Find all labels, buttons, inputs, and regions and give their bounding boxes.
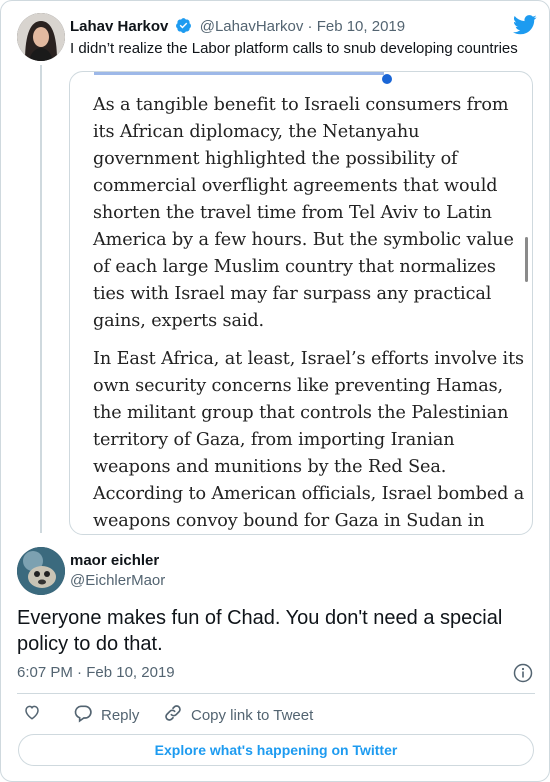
tweet-media-image[interactable]: As a tangible benefit to Israeli consume… bbox=[69, 71, 533, 535]
article-line: territory of Gaza, from importing Irania… bbox=[93, 430, 455, 450]
reply-label: Reply bbox=[101, 707, 140, 724]
reply-button[interactable]: Reply bbox=[73, 703, 139, 729]
article-line: government highlighted the possibility o… bbox=[93, 149, 458, 169]
separator-dot: · bbox=[77, 664, 83, 681]
article-line: In East Africa, at least, Israel’s effor… bbox=[93, 349, 524, 369]
tweet-date[interactable]: Feb 10, 2019 bbox=[86, 664, 174, 681]
link-icon bbox=[163, 703, 183, 729]
article-line: America by a few hours. But the symbolic… bbox=[93, 230, 514, 250]
separator-dot: · bbox=[307, 18, 313, 35]
selection-handle bbox=[382, 74, 392, 84]
article-screenshot: As a tangible benefit to Israeli consume… bbox=[70, 72, 532, 534]
article-line: own security concerns like preventing Ha… bbox=[93, 376, 504, 396]
copy-link-label: Copy link to Tweet bbox=[191, 707, 314, 724]
scrollbar bbox=[525, 237, 528, 282]
parent-tweet-header: Lahav Harkov @LahavHarkov · Feb 10, 2019 bbox=[70, 17, 530, 40]
tweet-actions: Reply Copy link to Tweet bbox=[17, 703, 537, 725]
thread-connector bbox=[40, 65, 42, 533]
divider bbox=[17, 693, 535, 694]
twitter-bird-icon[interactable] bbox=[513, 15, 537, 40]
author-name[interactable]: Lahav Harkov bbox=[70, 18, 168, 35]
author-handle[interactable]: @LahavHarkov bbox=[200, 18, 304, 35]
article-line: weapons convoy bound for Gaza in Sudan i… bbox=[93, 511, 485, 531]
parent-tweet-text: I didn’t realize the Labor platform call… bbox=[70, 40, 518, 57]
article-paragraph-2: In East Africa, at least, Israel’s effor… bbox=[93, 346, 525, 534]
article-line: As a tangible benefit to Israeli consume… bbox=[93, 95, 509, 115]
article-line: gains, experts said. bbox=[93, 311, 265, 331]
author-name[interactable]: maor eichler bbox=[70, 551, 159, 571]
article-line: of each large Muslim country that normal… bbox=[93, 257, 496, 277]
copy-link-button[interactable]: Copy link to Tweet bbox=[163, 703, 313, 729]
author-handle[interactable]: @EichlerMaor bbox=[70, 571, 165, 591]
explore-twitter-button[interactable]: Explore what's happening on Twitter bbox=[18, 734, 534, 766]
tweet-time[interactable]: 6:07 PM bbox=[17, 664, 73, 681]
avatar[interactable] bbox=[17, 13, 65, 61]
tweet-date[interactable]: Feb 10, 2019 bbox=[317, 18, 405, 35]
article-paragraph-1: As a tangible benefit to Israeli consume… bbox=[93, 92, 514, 335]
article-line: shorten the travel time from Tel Aviv to… bbox=[93, 203, 492, 223]
avatar-photo bbox=[17, 13, 65, 61]
like-button[interactable] bbox=[23, 703, 41, 727]
article-line: the militant group that controls the Pal… bbox=[93, 403, 509, 423]
avatar-photo bbox=[17, 547, 65, 595]
info-icon[interactable] bbox=[513, 663, 533, 688]
selection-line bbox=[94, 72, 384, 75]
verified-badge-icon bbox=[175, 17, 192, 40]
tweet-timestamp[interactable]: 6:07 PM · Feb 10, 2019 bbox=[17, 663, 175, 683]
article-line: weapons and munitions by the Red Sea. bbox=[93, 457, 447, 477]
article-line: commercial overflight agreements that wo… bbox=[93, 176, 498, 196]
tweet-embed-card: Lahav Harkov @LahavHarkov · Feb 10, 2019… bbox=[0, 0, 550, 782]
reply-bubble-icon bbox=[73, 703, 93, 729]
avatar[interactable] bbox=[17, 547, 65, 595]
article-line: ties with Israel may far surpass any pra… bbox=[93, 284, 492, 304]
tweet-text: Everyone makes fun of Chad. You don't ne… bbox=[17, 607, 503, 655]
article-line: According to American officials, Israel … bbox=[93, 484, 525, 504]
heart-icon bbox=[23, 703, 41, 727]
article-line: its African diplomacy, the Netanyahu bbox=[93, 122, 420, 142]
